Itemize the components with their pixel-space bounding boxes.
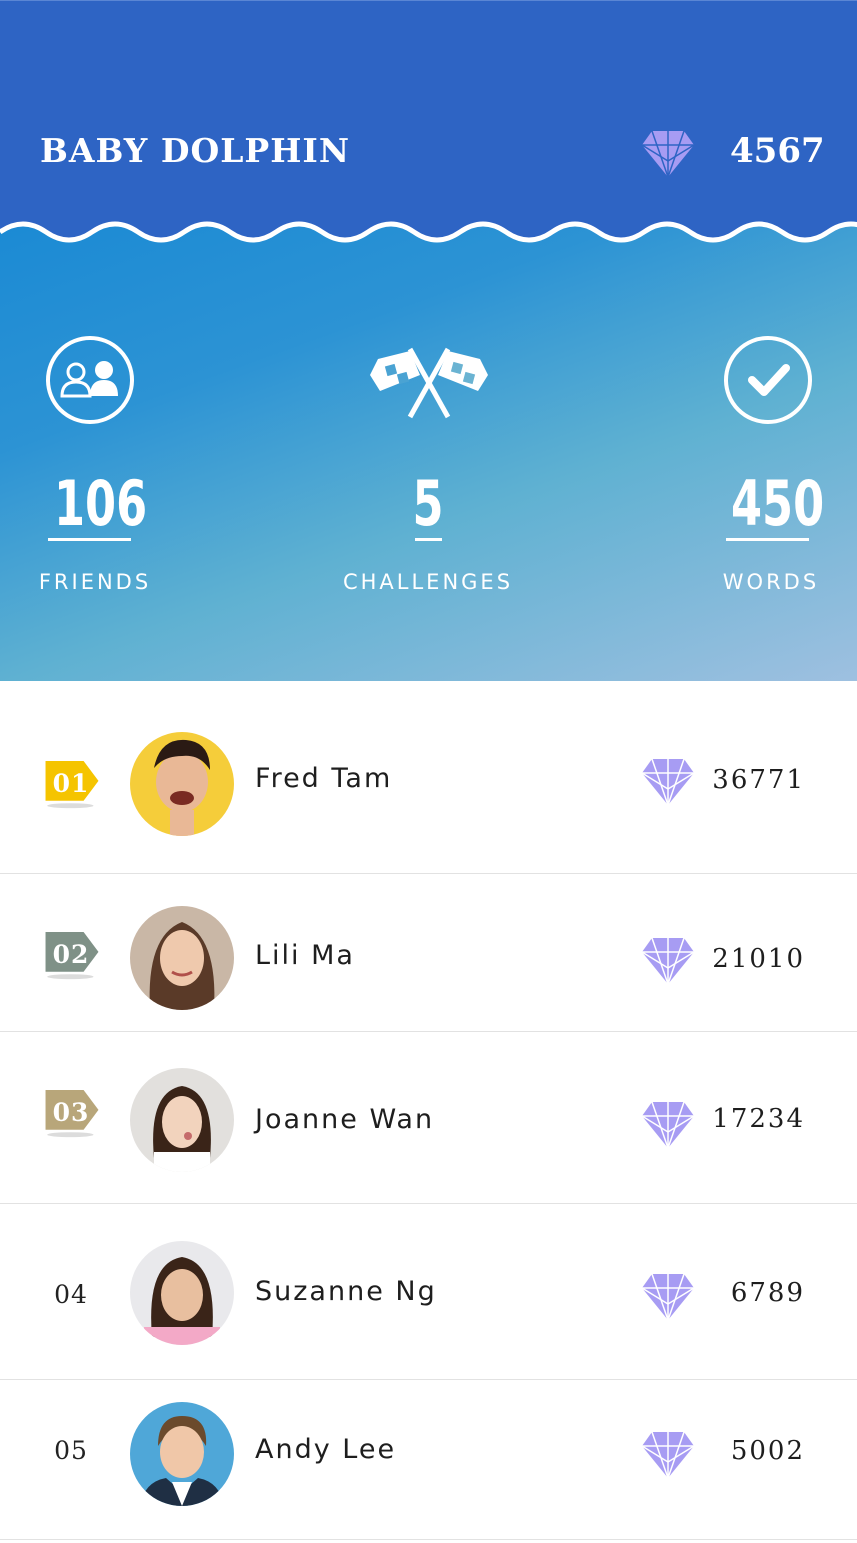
words-label: WORDS [722,570,820,594]
diamond-icon [642,1432,694,1478]
avatar[interactable] [130,1402,234,1506]
rank-number: 03 [52,1098,90,1127]
leaderboard-row[interactable]: 03 Joanne Wan 17234 [0,1032,857,1204]
leaderboard-row[interactable]: 02 Lili Ma 21010 [0,874,857,1032]
challenges-underline [415,538,442,541]
person-avatar-icon [154,739,210,836]
friends-icon[interactable] [44,334,136,426]
words-underline [726,538,809,541]
player-score: 21010 [712,944,805,974]
diamond-icon [642,938,694,984]
leaderboard-row[interactable]: 04 Suzanne Ng 6789 [0,1204,857,1380]
player-name[interactable]: Andy Lee [255,1434,396,1465]
avatar[interactable] [130,1241,234,1345]
friends-count[interactable]: 106 [54,473,147,535]
rank-number: 04 [54,1280,88,1309]
stats-panel [0,220,857,681]
leaderboard-row[interactable]: 01 Fred Tam 36771 [0,681,857,874]
header-gem-score: 4567 [730,131,825,171]
player-name[interactable]: Joanne Wan [255,1104,434,1135]
avatar[interactable] [130,1068,234,1172]
app-header: BABY DOLPHIN 4567 [0,0,857,240]
diamond-icon [642,1102,694,1148]
crossed-flags-icon[interactable] [366,345,492,421]
player-score: 17234 [712,1104,805,1134]
avatar[interactable] [130,732,234,836]
rank-number: 01 [52,769,90,798]
words-count[interactable]: 450 [731,473,824,535]
player-name[interactable]: Suzanne Ng [255,1276,437,1307]
rank-number: 05 [54,1436,88,1465]
avatar[interactable] [130,906,234,1010]
player-score: 6789 [730,1278,805,1308]
person-avatar-icon [144,1257,220,1345]
person-avatar-icon [140,1416,224,1506]
friends-label: FRIENDS [38,570,152,594]
person-avatar-icon [149,922,215,1010]
challenges-label: CHALLENGES [342,570,514,594]
diamond-icon [642,759,694,805]
player-score: 5002 [730,1436,805,1466]
player-score: 36771 [712,765,805,795]
person-avatar-icon [153,1086,211,1172]
rank-number: 02 [52,940,90,969]
diamond-icon [642,1274,694,1320]
app-title: BABY DOLPHIN [40,131,351,170]
friends-underline [48,538,131,541]
challenges-count[interactable]: 5 [392,473,464,535]
wave-divider [0,210,857,243]
leaderboard-row[interactable]: 05 Andy Lee 5002 [0,1380,857,1540]
player-name[interactable]: Fred Tam [255,763,392,794]
diamond-icon [642,131,694,177]
check-circle-icon[interactable] [722,334,814,426]
player-name[interactable]: Lili Ma [255,940,355,971]
